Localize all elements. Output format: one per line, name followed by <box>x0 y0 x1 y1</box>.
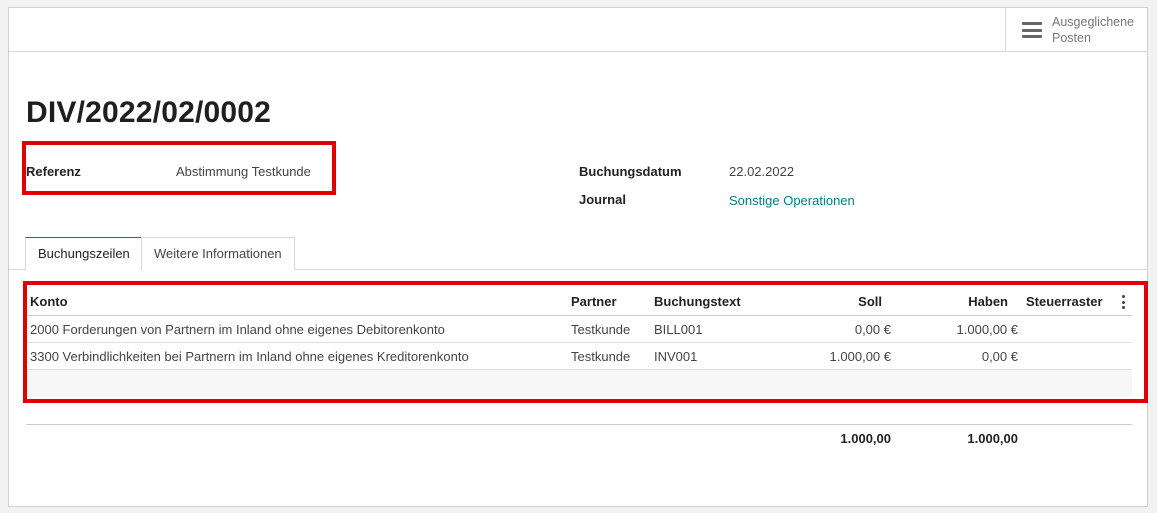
tab-weitere-informationen[interactable]: Weitere Informationen <box>141 237 295 270</box>
highlight-box-journal-items <box>23 281 1148 403</box>
buchungsdatum-label: Buchungsdatum <box>579 164 682 179</box>
form-sheet: Ausgeglichene Posten DIV/2022/02/0002 Re… <box>8 7 1148 507</box>
page-title: DIV/2022/02/0002 <box>26 96 272 129</box>
tab-buchungszeilen[interactable]: Buchungszeilen <box>25 237 143 271</box>
table-totals: 1.000,00 1.000,00 <box>26 424 1132 454</box>
reconciled-items-label: Ausgeglichene Posten <box>1052 15 1135 45</box>
haben-total: 1.000,00 <box>967 431 1018 446</box>
list-icon <box>1022 22 1042 38</box>
journal-link[interactable]: Sonstige Operationen <box>729 193 855 208</box>
notebook-tabs: Buchungszeilen Weitere Informationen <box>9 237 1147 271</box>
highlight-box-referenz <box>22 141 336 195</box>
button-box: Ausgeglichene Posten <box>9 8 1147 52</box>
buchungsdatum-field[interactable]: 22.02.2022 <box>729 164 794 179</box>
soll-total: 1.000,00 <box>840 431 891 446</box>
reconciled-items-button[interactable]: Ausgeglichene Posten <box>1005 8 1147 52</box>
journal-label: Journal <box>579 192 626 207</box>
